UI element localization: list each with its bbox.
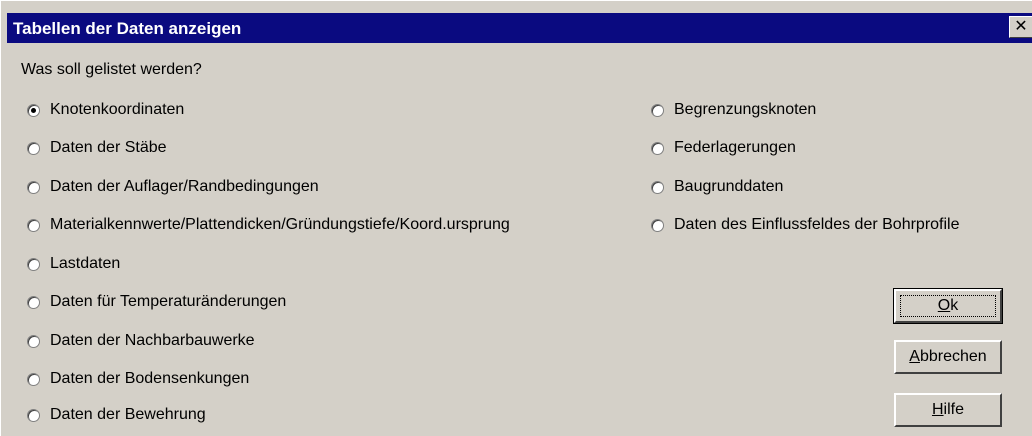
option-label: Daten des Einflussfeldes der Bohrprofile xyxy=(674,216,960,233)
option-label: Daten der Bodensenkungen xyxy=(50,370,250,387)
dialog-window: Tabellen der Daten anzeigen ✕ Was soll g… xyxy=(0,0,1032,436)
radio-icon[interactable] xyxy=(27,141,40,155)
option-baugrunddaten[interactable]: Baugrunddaten xyxy=(651,176,783,198)
option-label: Federlagerungen xyxy=(674,139,796,156)
option-label: Knotenkoordinaten xyxy=(50,101,185,118)
option-label: Daten der Bewehrung xyxy=(50,406,206,423)
option-daten-der-staebe[interactable]: Daten der Stäbe xyxy=(27,137,167,159)
option-nachbarbauwerke[interactable]: Daten der Nachbarbauwerke xyxy=(27,330,255,352)
radio-icon[interactable] xyxy=(27,218,40,232)
cancel-label: Abbrechen xyxy=(909,348,987,365)
title-bar[interactable]: Tabellen der Daten anzeigen ✕ xyxy=(7,13,1032,43)
option-bodensenkungen[interactable]: Daten der Bodensenkungen xyxy=(27,368,249,390)
radio-icon[interactable] xyxy=(27,180,40,194)
option-materialkennwerte[interactable]: Materialkennwerte/Plattendicken/Gründung… xyxy=(27,214,510,236)
radio-dot-icon xyxy=(31,107,36,113)
option-knotenkoordinaten[interactable]: Knotenkoordinaten xyxy=(27,99,184,121)
radio-icon[interactable] xyxy=(27,408,40,422)
radio-icon[interactable] xyxy=(651,218,664,232)
option-label: Begrenzungsknoten xyxy=(674,101,817,118)
prompt-label: Was soll gelistet werden? xyxy=(21,61,202,78)
option-einflussfeld[interactable]: Daten des Einflussfeldes der Bohrprofile xyxy=(651,214,960,236)
radio-icon[interactable] xyxy=(651,103,664,117)
radio-icon[interactable] xyxy=(651,141,664,155)
option-auflager[interactable]: Daten der Auflager/Randbedingungen xyxy=(27,176,319,198)
option-label: Lastdaten xyxy=(50,255,121,272)
option-bewehrung[interactable]: Daten der Bewehrung xyxy=(27,404,206,426)
option-temperatur[interactable]: Daten für Temperaturänderungen xyxy=(27,291,286,313)
option-lastdaten[interactable]: Lastdaten xyxy=(27,253,120,275)
window-title: Tabellen der Daten anzeigen xyxy=(13,19,242,38)
option-label: Daten der Auflager/Randbedingungen xyxy=(50,178,319,195)
ok-button[interactable]: Ok xyxy=(893,288,1003,324)
option-begrenzungsknoten[interactable]: Begrenzungsknoten xyxy=(651,99,816,121)
radio-icon[interactable] xyxy=(27,334,40,348)
option-federlagerungen[interactable]: Federlagerungen xyxy=(651,137,796,159)
radio-icon[interactable] xyxy=(27,295,40,309)
option-label: Daten der Stäbe xyxy=(50,139,167,156)
option-label: Daten für Temperaturänderungen xyxy=(50,293,287,310)
radio-icon[interactable] xyxy=(27,257,40,271)
help-button[interactable]: Hilfe xyxy=(894,393,1002,427)
radio-icon[interactable] xyxy=(651,180,664,194)
option-label: Baugrunddaten xyxy=(674,178,784,195)
close-icon: ✕ xyxy=(1014,18,1028,35)
option-label: Daten der Nachbarbauwerke xyxy=(50,332,255,349)
cancel-button[interactable]: Abbrechen xyxy=(894,340,1002,374)
help-label: Hilfe xyxy=(931,401,964,418)
close-button[interactable]: ✕ xyxy=(1009,16,1032,38)
focus-rect xyxy=(900,295,996,317)
radio-icon[interactable] xyxy=(27,372,40,386)
radio-icon[interactable] xyxy=(27,103,40,117)
option-label: Materialkennwerte/Plattendicken/Gründung… xyxy=(50,216,510,233)
